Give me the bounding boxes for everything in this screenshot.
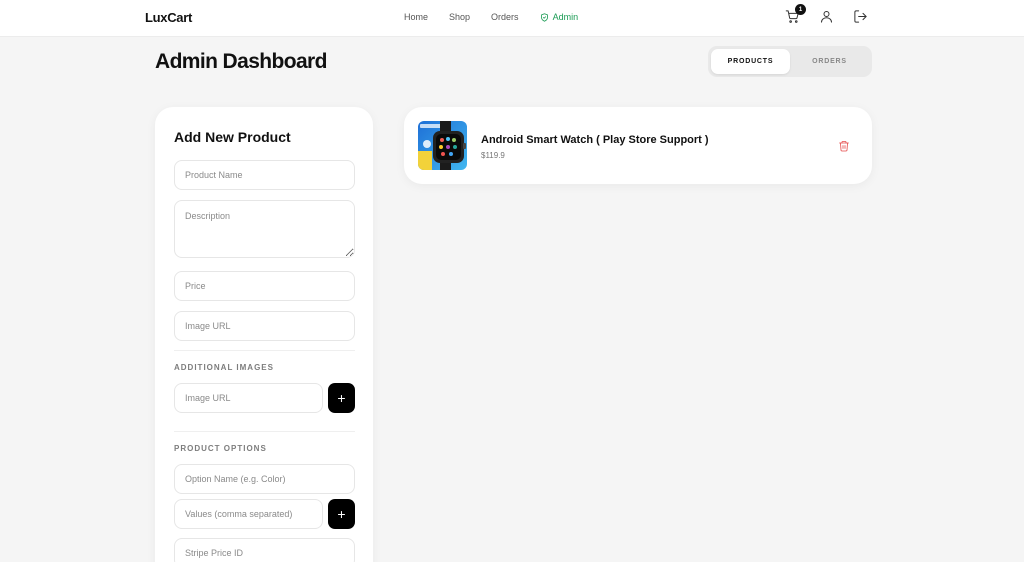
logout-button[interactable] xyxy=(852,8,869,25)
shield-check-icon xyxy=(540,12,548,22)
user-icon xyxy=(821,11,832,23)
top-navbar: LuxCart Home Shop Orders Admin 1 xyxy=(0,0,1024,37)
delete-product-button[interactable] xyxy=(837,139,851,153)
product-name-input[interactable] xyxy=(174,160,355,190)
product-list-item: Android Smart Watch ( Play Store Support… xyxy=(404,107,872,184)
tab-products[interactable]: PRODUCTS xyxy=(711,49,790,74)
cart-button[interactable]: 1 xyxy=(784,4,806,25)
section-divider xyxy=(174,431,355,432)
product-options-label: PRODUCT OPTIONS xyxy=(174,444,267,453)
product-thumbnail xyxy=(418,121,467,170)
add-option-button[interactable]: + xyxy=(328,499,355,529)
logout-icon xyxy=(854,10,867,23)
brand-logo[interactable]: LuxCart xyxy=(145,10,192,25)
description-textarea[interactable] xyxy=(174,200,355,258)
tab-orders[interactable]: ORDERS xyxy=(790,49,869,74)
option-name-input[interactable] xyxy=(174,464,355,494)
dashboard-tabs: PRODUCTS ORDERS xyxy=(708,46,872,77)
product-name: Android Smart Watch ( Play Store Support… xyxy=(481,134,709,146)
option-values-input[interactable] xyxy=(174,499,323,529)
nav-link-shop[interactable]: Shop xyxy=(449,12,470,22)
page-title: Admin Dashboard xyxy=(155,50,327,73)
nav-link-admin[interactable]: Admin xyxy=(540,12,579,22)
trash-icon xyxy=(839,141,849,152)
section-divider xyxy=(174,350,355,351)
add-image-button[interactable]: + xyxy=(328,383,355,413)
stripe-price-id-input[interactable] xyxy=(174,538,355,562)
nav-link-orders[interactable]: Orders xyxy=(491,12,519,22)
cart-count-badge: 1 xyxy=(795,4,806,15)
price-input[interactable] xyxy=(174,271,355,301)
add-product-form: Add New Product ADDITIONAL IMAGES + PROD… xyxy=(155,107,373,562)
additional-image-url-input[interactable] xyxy=(174,383,323,413)
additional-images-label: ADDITIONAL IMAGES xyxy=(174,363,274,372)
product-price: $119.9 xyxy=(481,151,505,160)
main-nav: Home Shop Orders Admin xyxy=(404,12,578,22)
account-button[interactable] xyxy=(818,8,835,25)
image-url-input[interactable] xyxy=(174,311,355,341)
form-title: Add New Product xyxy=(174,129,291,145)
nav-admin-label: Admin xyxy=(552,12,579,22)
nav-link-home[interactable]: Home xyxy=(404,12,428,22)
header-icons: 1 xyxy=(784,4,869,25)
